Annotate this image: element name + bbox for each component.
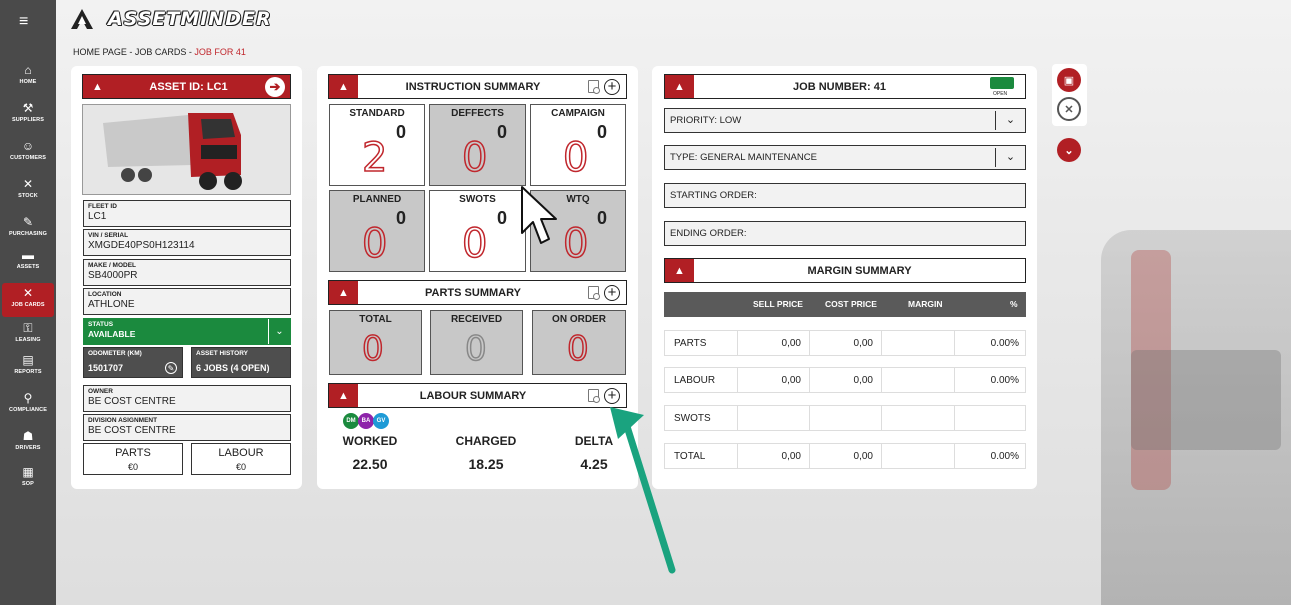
priority-select[interactable]: PRIORITY: LOW ⌄: [664, 108, 1026, 133]
make-model-field: MAKE / MODEL SB4000PR: [83, 259, 291, 286]
breadcrumb-home[interactable]: HOME PAGE: [73, 47, 127, 57]
margin-summary-header: ▲ MARGIN SUMMARY: [664, 258, 1026, 283]
vin-field: VIN / SERIAL XMGDE40PS0H123114: [83, 229, 291, 256]
sidebar-item-leasing[interactable]: ⚿ LEASING: [0, 318, 56, 352]
type-select[interactable]: TYPE: GENERAL MAINTENANCE ⌄: [664, 145, 1026, 170]
logo-mark-icon: [71, 9, 93, 29]
starting-order-field[interactable]: STARTING ORDER:: [664, 183, 1026, 208]
side-toolbar: ▣ ✕: [1052, 64, 1087, 126]
sidebar-item-purchasing[interactable]: ✎ PURCHASING: [0, 212, 56, 246]
sidebar-item-home[interactable]: ⌂ HOME: [0, 60, 56, 94]
go-to-asset-icon[interactable]: ➔: [265, 76, 285, 97]
avatar[interactable]: BA: [358, 413, 374, 429]
search-document-icon[interactable]: [588, 80, 600, 94]
app-name: ASSETMINDER: [108, 8, 272, 30]
tile-deffects[interactable]: DEFFECTS 0 0: [429, 104, 526, 186]
compliance-icon: ⚲: [23, 391, 33, 405]
chevron-down-icon[interactable]: ⌄: [995, 148, 1025, 167]
avatar[interactable]: GV: [373, 413, 389, 429]
job-cards-icon: ✕: [22, 286, 34, 300]
menu-icon[interactable]: ≡: [19, 14, 35, 30]
brand-logo-icon: ▲: [329, 384, 358, 407]
status-badge[interactable]: [990, 77, 1014, 89]
labour-charged: CHARGED 18.25: [455, 434, 517, 472]
add-part-icon[interactable]: +: [604, 284, 620, 301]
sidebar-item-suppliers[interactable]: ⚒ SUPPLIERS: [0, 98, 56, 132]
tile-swots[interactable]: SWOTS 0 0: [429, 190, 526, 272]
tile-parts-total[interactable]: TOTAL 0: [329, 310, 422, 375]
parts-total-box: PARTS €0: [83, 443, 183, 475]
tile-parts-on-order[interactable]: ON ORDER 0: [532, 310, 626, 375]
tile-campaign[interactable]: CAMPAIGN 0 0: [530, 104, 626, 186]
close-icon[interactable]: ✕: [1057, 97, 1081, 121]
labour-total-box: LABOUR €0: [191, 443, 291, 475]
table-row: SWOTS: [664, 405, 1026, 431]
suppliers-icon: ⚒: [22, 101, 34, 115]
avatar[interactable]: DM: [343, 413, 359, 429]
sidebar-item-customers[interactable]: ☺ CUSTOMERS: [0, 136, 56, 170]
sop-icon: ▦: [22, 465, 34, 479]
chevron-down-icon[interactable]: ⌄: [268, 319, 290, 344]
breadcrumb-current: JOB FOR 41: [194, 47, 246, 57]
edit-icon[interactable]: ✎: [165, 362, 177, 374]
tile-planned[interactable]: PLANNED 0 0: [329, 190, 425, 272]
asset-photo: [82, 104, 291, 195]
location-field: LOCATION ATHLONE: [83, 288, 291, 315]
sidebar-item-job-cards[interactable]: ✕ JOB CARDS: [2, 283, 54, 317]
brand-logo-icon: ▲: [665, 75, 694, 98]
table-row: LABOUR 0,00 0,00 0.00%: [664, 367, 1026, 393]
add-instruction-icon[interactable]: +: [604, 78, 620, 95]
annotation-arrow-icon: [610, 407, 676, 574]
odometer-field: ODOMETER (KM) 1501707 ✎: [83, 347, 183, 378]
status-badge-label: OPEN: [993, 91, 1008, 97]
sidebar-item-reports[interactable]: ▤ REPORTS: [0, 350, 56, 384]
margin-table-header: SELL PRICE COST PRICE MARGIN %: [664, 292, 1026, 317]
brand-logo-icon: ▲: [83, 75, 112, 98]
tile-standard[interactable]: STANDARD 0 2: [329, 104, 425, 186]
asset-title: ASSET ID: LC1: [149, 80, 228, 93]
background-truck-image: [1031, 190, 1291, 605]
ending-order-field[interactable]: ENDING ORDER:: [664, 221, 1026, 246]
brand-logo-icon: ▲: [329, 281, 358, 304]
brand-logo-icon: ▲: [329, 75, 358, 98]
labour-worked: WORKED 22.50: [342, 434, 398, 472]
purchasing-icon: ✎: [22, 215, 34, 229]
table-row: TOTAL 0,00 0,00 0.00%: [664, 443, 1026, 469]
instruction-summary-header: ▲ INSTRUCTION SUMMARY +: [328, 74, 627, 99]
chevron-down-icon[interactable]: ⌄: [995, 111, 1025, 130]
reports-icon: ▤: [22, 353, 34, 367]
fleet-id-field: FLEET ID LC1: [83, 200, 291, 227]
customers-icon: ☺: [21, 139, 35, 153]
home-icon: ⌂: [24, 63, 32, 77]
breadcrumb-job-cards[interactable]: JOB CARDS: [135, 47, 187, 57]
breadcrumb: HOME PAGE - JOB CARDS - JOB FOR 41: [73, 47, 246, 57]
sidebar: ≡ ⌂ HOME ⚒ SUPPLIERS ☺ CUSTOMERS ✕ STOCK…: [0, 0, 56, 605]
search-document-icon[interactable]: [588, 389, 600, 403]
save-icon[interactable]: ▣: [1057, 68, 1081, 92]
search-document-icon[interactable]: [588, 286, 600, 300]
labour-summary-header: ▲ LABOUR SUMMARY +: [328, 383, 627, 408]
division-field: DIVISION ASIGNMENT BE COST CENTRE: [83, 414, 291, 441]
app-logo[interactable]: ASSETMINDER: [70, 6, 272, 32]
owner-field: OWNER BE COST CENTRE: [83, 385, 291, 412]
chevron-down-icon[interactable]: ⌄: [1057, 138, 1081, 162]
leasing-icon: ⚿: [23, 321, 33, 335]
sidebar-item-compliance[interactable]: ⚲ COMPLIANCE: [0, 388, 56, 422]
stock-icon: ✕: [22, 177, 34, 191]
asset-title-bar: ▲ ASSET ID: LC1 ➔: [82, 74, 291, 99]
table-row: PARTS 0,00 0,00 0.00%: [664, 330, 1026, 356]
drivers-icon: ☗: [22, 429, 34, 443]
status-select[interactable]: STATUS AVAILABLE ⌄: [83, 318, 291, 345]
job-number-header: ▲ JOB NUMBER: 41: [664, 74, 1026, 99]
parts-summary-header: ▲ PARTS SUMMARY +: [328, 280, 627, 305]
tile-parts-received[interactable]: RECEIVED 0: [430, 310, 523, 375]
sidebar-item-sop[interactable]: ▦ SOP: [0, 462, 56, 496]
sidebar-item-stock[interactable]: ✕ STOCK: [0, 174, 56, 208]
brand-logo-icon: ▲: [665, 259, 694, 282]
sidebar-item-drivers[interactable]: ☗ DRIVERS: [0, 426, 56, 460]
sidebar-item-assets[interactable]: ▬ ASSETS: [0, 245, 56, 279]
assets-icon: ▬: [22, 248, 34, 262]
asset-history-field[interactable]: ASSET HISTORY 6 JOBS (4 OPEN): [191, 347, 291, 378]
mouse-cursor-icon: [521, 186, 557, 244]
